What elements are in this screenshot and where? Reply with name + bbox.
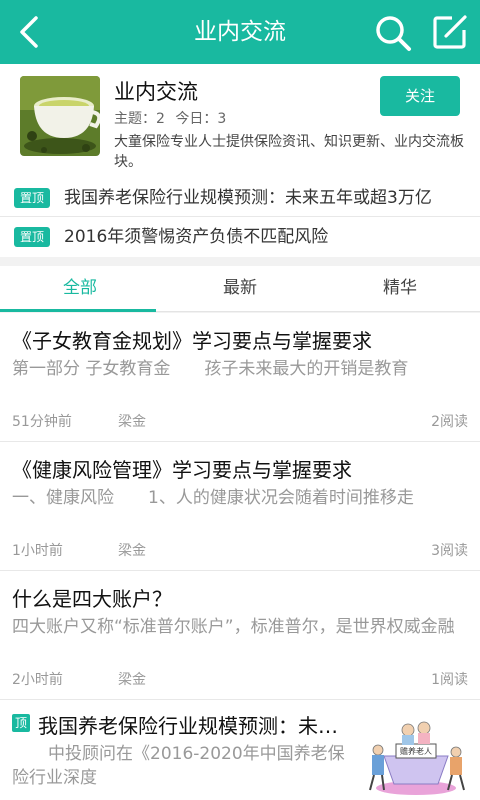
forum-name: 业内交流 bbox=[114, 80, 198, 104]
pinned-badge: 置顶 bbox=[14, 188, 50, 208]
post-excerpt: 一、健康风险 1、人的健康状况会随着时间推移走 bbox=[12, 488, 414, 508]
top-bar: 业内交流 bbox=[0, 0, 480, 64]
today-count: 今日：3 bbox=[175, 111, 226, 127]
post-author: 梁金 bbox=[118, 543, 146, 559]
follow-button[interactable]: 关注 bbox=[380, 76, 460, 116]
forum-description: 大童保险专业人士提供保险资讯、知识更新、业内交流板块。 bbox=[114, 134, 464, 170]
post-title: 《健康风险管理》学习要点与掌握要求 bbox=[12, 458, 352, 482]
pinned-badge: 置顶 bbox=[14, 227, 50, 247]
post-reads: 1阅读 bbox=[431, 672, 468, 688]
active-tab-indicator bbox=[0, 309, 156, 312]
tab-all[interactable]: 全部 bbox=[0, 266, 160, 312]
post-thumbnail-image: 赡养老人 bbox=[362, 706, 470, 796]
post-reads: 2阅读 bbox=[431, 414, 468, 430]
post-reads: 3阅读 bbox=[431, 543, 468, 559]
post-excerpt: 第一部分 子女教育金 孩子未来最大的开销是教育 bbox=[12, 359, 409, 379]
topics-value: 2 bbox=[156, 111, 165, 127]
post-item[interactable]: 什么是四大账户？ 四大账户又称“标准普尔账户”，标准普尔，是世界权威金融 2小时… bbox=[0, 571, 480, 699]
post-title: 《子女教育金规划》学习要点与掌握要求 bbox=[12, 329, 372, 353]
post-author: 梁金 bbox=[118, 672, 146, 688]
forum-info-card: 业内交流 主题：2 今日：3 大童保险专业人士提供保险资讯、知识更新、业内交流板… bbox=[0, 64, 480, 178]
post-time: 2小时前 bbox=[12, 672, 63, 688]
post-item-with-image[interactable]: 顶 我国养老保险行业规模预测：未来五年或超3万亿 中投顾问在《2016-2020… bbox=[0, 700, 480, 800]
pinned-item[interactable]: 置顶 我国养老保险行业规模预测：未来五年或超3万亿 bbox=[0, 178, 480, 218]
pinned-badge-small: 顶 bbox=[12, 714, 30, 732]
pinned-title: 我国养老保险行业规模预测：未来五年或超3万亿 bbox=[64, 188, 432, 208]
post-item[interactable]: 《健康风险管理》学习要点与掌握要求 一、健康风险 1、人的健康状况会随着时间推移… bbox=[0, 442, 480, 570]
tab-latest[interactable]: 最新 bbox=[160, 266, 320, 312]
topics-count: 主题：2 bbox=[114, 111, 165, 127]
pinned-title: 2016年须警惕资产负债不匹配风险 bbox=[64, 227, 329, 247]
pinned-item[interactable]: 置顶 2016年须警惕资产负债不匹配风险 bbox=[0, 217, 480, 257]
tea-cup-image bbox=[20, 76, 100, 156]
post-time: 1小时前 bbox=[12, 543, 63, 559]
post-item[interactable]: 《子女教育金规划》学习要点与掌握要求 第一部分 子女教育金 孩子未来最大的开销是… bbox=[0, 313, 480, 441]
post-author: 梁金 bbox=[118, 414, 146, 430]
today-value: 3 bbox=[217, 111, 227, 127]
post-title: 什么是四大账户？ bbox=[12, 587, 172, 611]
post-time: 51分钟前 bbox=[12, 414, 72, 430]
forum-thumbnail bbox=[20, 76, 100, 156]
tab-featured[interactable]: 精华 bbox=[320, 266, 480, 312]
tab-bar: 全部 最新 精华 bbox=[0, 266, 480, 312]
post-excerpt: 四大账户又称“标准普尔账户”，标准普尔，是世界权威金融 bbox=[12, 617, 455, 637]
edit-icon[interactable] bbox=[432, 14, 468, 50]
thumbnail-label: 赡养老人 bbox=[400, 746, 432, 756]
topics-label: 主题： bbox=[114, 111, 156, 127]
today-label: 今日： bbox=[175, 111, 218, 127]
forum-stats: 主题：2 今日：3 bbox=[114, 108, 232, 128]
post-excerpt: 中投顾问在《2016-2020年中国养老保险行业深度 bbox=[12, 744, 345, 788]
search-icon[interactable] bbox=[374, 14, 412, 52]
post-title: 我国养老保险行业规模预测：未来五年或超3万亿 bbox=[38, 714, 356, 738]
